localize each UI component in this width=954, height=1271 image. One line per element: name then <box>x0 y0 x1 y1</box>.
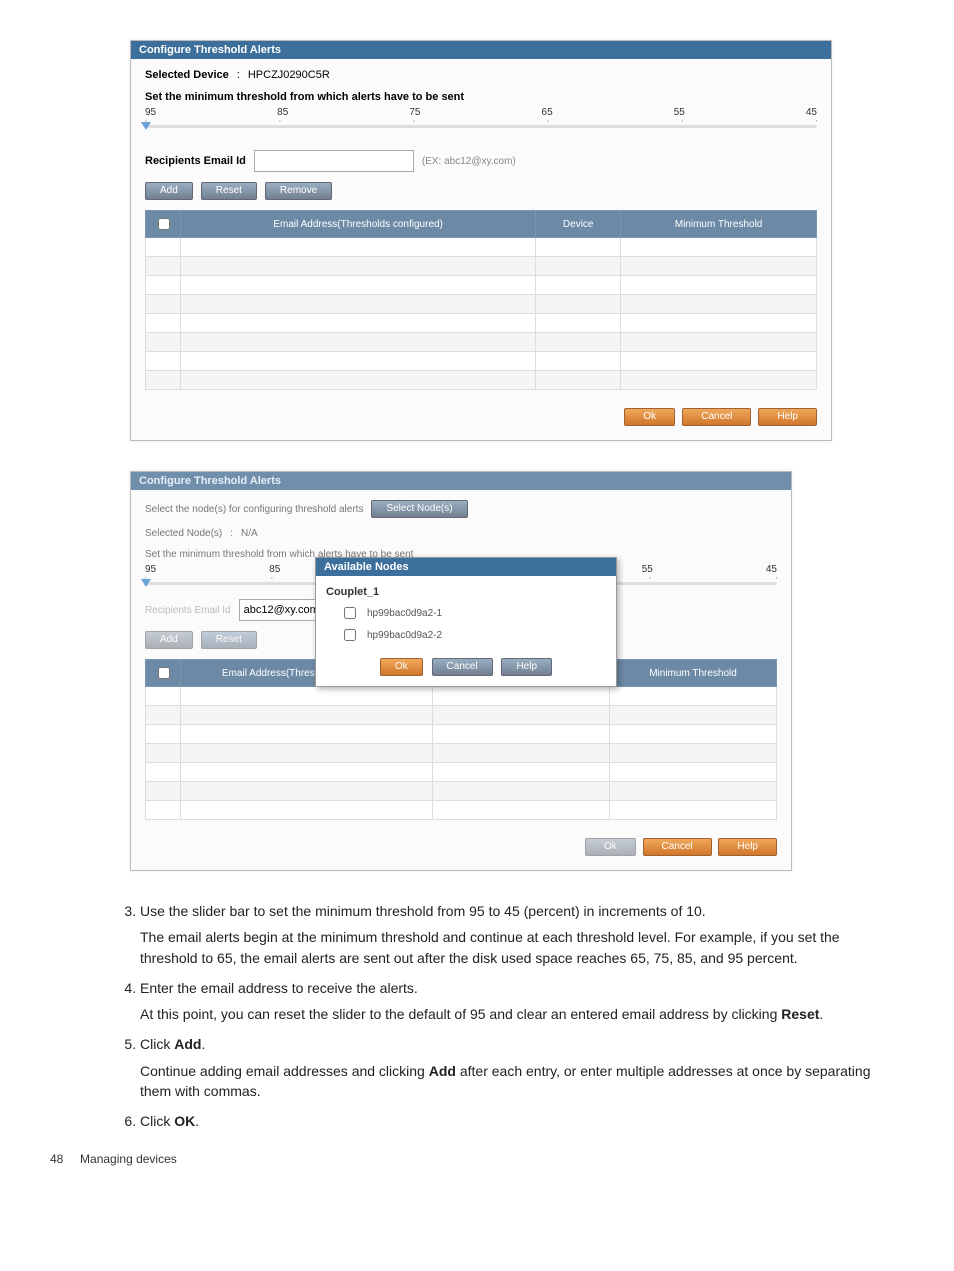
table-row <box>146 763 777 782</box>
overlay-ok-button[interactable]: Ok <box>380 658 423 676</box>
th-email: Email Address(Thresholds configured) <box>181 211 536 238</box>
add-button-2[interactable]: Add <box>145 631 193 649</box>
selected-nodes-label: Selected Node(s) <box>145 528 222 539</box>
slider-thumb-icon[interactable] <box>141 579 151 587</box>
recipients-email-label: Recipients Email Id <box>145 155 246 167</box>
table-row <box>146 314 817 333</box>
reset-button-2[interactable]: Reset <box>201 631 257 649</box>
table-row <box>146 333 817 352</box>
overlay-group: Couplet_1 <box>326 586 606 598</box>
selected-device-row: Selected Device : HPCZJ0290C5R <box>145 69 817 81</box>
cancel-button[interactable]: Cancel <box>682 408 751 426</box>
add-button[interactable]: Add <box>145 182 193 200</box>
table-row <box>146 238 817 257</box>
select-nodes-button[interactable]: Select Node(s) <box>371 500 467 518</box>
node-checkbox[interactable] <box>344 629 356 641</box>
table-row <box>146 801 777 820</box>
recipients-email-label-2: Recipients Email Id <box>145 605 231 616</box>
step-3: Use the slider bar to set the minimum th… <box>140 901 890 968</box>
step-4: Enter the email address to receive the a… <box>140 978 890 1025</box>
step-6: Click OK. <box>140 1111 890 1131</box>
node-label: hp99bac0d9a2-1 <box>367 608 442 619</box>
overlay-help-button[interactable]: Help <box>501 658 552 676</box>
page-number: 48 <box>50 1152 63 1166</box>
cancel-button-2[interactable]: Cancel <box>643 838 712 856</box>
th-device: Device <box>536 211 621 238</box>
reset-button[interactable]: Reset <box>201 182 257 200</box>
ok-button[interactable]: Ok <box>624 408 675 426</box>
slider-caption: Set the minimum threshold from which ale… <box>145 91 817 103</box>
help-button-2[interactable]: Help <box>718 838 777 856</box>
node-checkbox[interactable] <box>344 607 356 619</box>
table-row <box>146 687 777 706</box>
table-row <box>146 257 817 276</box>
configure-threshold-panel-2: Configure Threshold Alerts Select the no… <box>130 471 792 871</box>
available-nodes-dialog: Available Nodes Couplet_1 hp99bac0d9a2-1… <box>315 557 617 687</box>
table-row <box>146 725 777 744</box>
table-row <box>146 276 817 295</box>
table-row <box>146 744 777 763</box>
table-row <box>146 706 777 725</box>
panel2-title: Configure Threshold Alerts <box>131 472 791 490</box>
overlay-cancel-button[interactable]: Cancel <box>432 658 493 676</box>
configure-threshold-panel-1: Configure Threshold Alerts Selected Devi… <box>130 40 832 441</box>
instructions-text: Use the slider bar to set the minimum th… <box>90 901 890 1132</box>
step-5: Click Add. Continue adding email address… <box>140 1034 890 1101</box>
table-row <box>146 782 777 801</box>
table-row <box>146 371 817 390</box>
help-button[interactable]: Help <box>758 408 817 426</box>
selected-device-label: Selected Device <box>145 69 229 81</box>
node-row[interactable]: hp99bac0d9a2-1 <box>326 602 606 624</box>
threshold-table: Email Address(Thresholds configured) Dev… <box>145 210 817 390</box>
select-node-caption: Select the node(s) for configuring thres… <box>145 504 363 515</box>
node-row[interactable]: hp99bac0d9a2-2 <box>326 624 606 646</box>
th-min: Minimum Threshold <box>621 211 817 238</box>
table-row <box>146 352 817 371</box>
select-all-checkbox[interactable] <box>158 218 170 230</box>
node-label: hp99bac0d9a2-2 <box>367 630 442 641</box>
page-footer: 48 Managing devices <box>50 1152 904 1166</box>
table-row <box>146 295 817 314</box>
page-section: Managing devices <box>80 1152 177 1166</box>
selected-nodes-value: N/A <box>241 528 258 539</box>
email-hint: (EX: abc12@xy.com) <box>422 156 516 167</box>
ok-button-2[interactable]: Ok <box>585 838 636 856</box>
selected-device-value: HPCZJ0290C5R <box>248 69 330 81</box>
overlay-title: Available Nodes <box>316 558 616 576</box>
panel1-title: Configure Threshold Alerts <box>131 41 831 59</box>
remove-button[interactable]: Remove <box>265 182 332 200</box>
select-all-checkbox-2[interactable] <box>158 667 170 679</box>
recipients-email-input[interactable] <box>254 150 414 172</box>
threshold-slider[interactable]: 95 85 75 65 55 45 '''''' <box>145 107 817 128</box>
th-min-2: Minimum Threshold <box>610 660 777 687</box>
slider-thumb-icon[interactable] <box>141 122 151 130</box>
